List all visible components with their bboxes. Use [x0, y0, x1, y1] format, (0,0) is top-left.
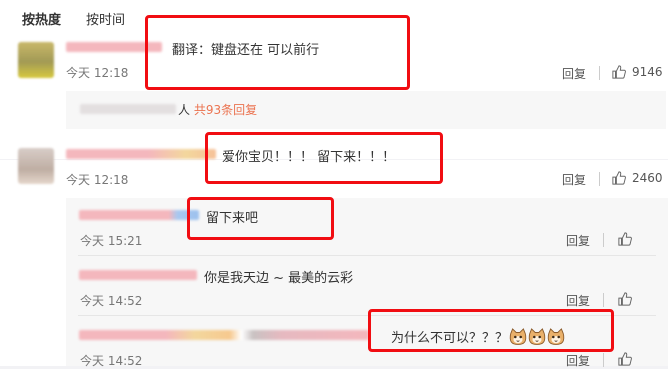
divider	[599, 172, 600, 186]
reply-button[interactable]: 回复	[562, 171, 586, 188]
sort-by-time-tab[interactable]: 按时间	[86, 9, 125, 28]
divider	[603, 233, 604, 247]
highlight-box	[368, 309, 614, 352]
reply-time: 今天 14:52	[80, 294, 143, 308]
reply-time: 今天 14:52	[80, 354, 143, 368]
reply-username[interactable]	[79, 210, 199, 220]
like-count: 2460	[632, 171, 663, 185]
comment-time: 今天 12:18	[66, 173, 129, 187]
thumbs-up-icon[interactable]	[618, 232, 632, 246]
comment-time: 今天 12:18	[66, 66, 129, 80]
like-count: 9146	[632, 65, 663, 79]
reply-text: 你是我天边 ~ 最美的云彩	[204, 271, 354, 286]
thumbs-up-icon[interactable]	[618, 292, 632, 306]
reply-username[interactable]	[79, 330, 369, 340]
sort-by-hot-tab[interactable]: 按热度	[22, 9, 61, 28]
avatar[interactable]	[18, 148, 54, 184]
reply-button[interactable]: 回复	[566, 232, 590, 249]
reply-button[interactable]: 回复	[566, 352, 590, 369]
more-replies: 人 共93条回复	[178, 101, 257, 118]
highlight-box	[145, 15, 410, 90]
reply-time: 今天 15:21	[80, 234, 143, 248]
more-replies-suffix: 人	[178, 103, 191, 117]
thumbs-up-icon[interactable]	[612, 171, 626, 185]
divider	[603, 293, 604, 307]
thumbs-up-icon[interactable]	[618, 352, 632, 366]
reply-button[interactable]: 回复	[566, 292, 590, 309]
reply-username[interactable]	[79, 270, 197, 280]
highlight-box	[205, 132, 443, 184]
more-replies-panel: 人 共93条回复	[66, 91, 666, 129]
username[interactable]	[66, 149, 216, 159]
avatar[interactable]	[18, 42, 54, 78]
reply-button[interactable]: 回复	[562, 65, 586, 82]
highlight-box	[187, 197, 334, 240]
view-all-replies-link[interactable]: 共93条回复	[194, 103, 257, 117]
divider	[599, 66, 600, 80]
reply-separator	[78, 255, 656, 256]
divider	[603, 353, 604, 367]
thumbs-up-icon[interactable]	[612, 65, 626, 79]
replier-names	[80, 104, 176, 114]
